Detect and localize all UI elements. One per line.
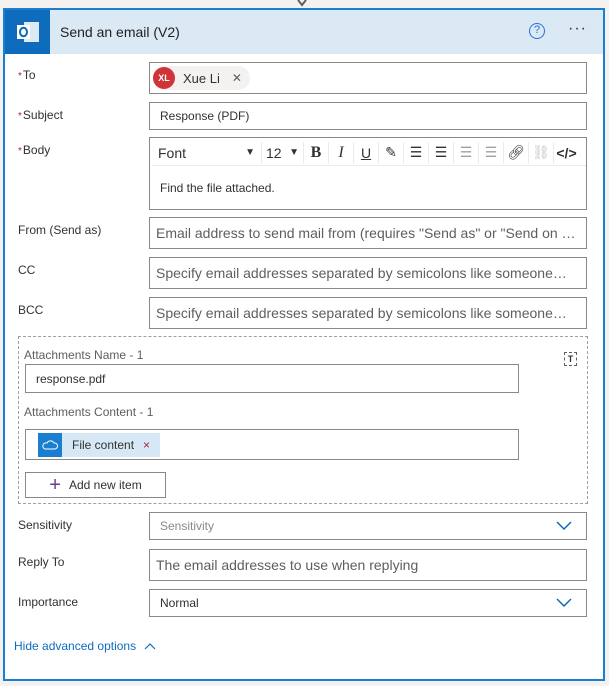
file-content-token: File content × bbox=[38, 433, 160, 457]
attachments-group: Attachments Name - 1 response.pdf Attach… bbox=[18, 336, 588, 504]
avatar: XL bbox=[153, 67, 175, 89]
switch-to-text-mode-icon[interactable]: T bbox=[564, 352, 577, 366]
underline-icon[interactable]: U bbox=[354, 142, 379, 164]
connector-arrow-icon bbox=[296, 0, 308, 8]
subject-input[interactable]: Response (PDF) bbox=[149, 102, 587, 130]
help-icon[interactable]: ? bbox=[529, 23, 545, 39]
reply-to-input[interactable]: The email addresses to use when replying bbox=[149, 549, 587, 581]
font-dropdown[interactable]: Font▼ bbox=[152, 142, 262, 164]
remove-token-icon[interactable]: × bbox=[143, 438, 150, 452]
bcc-input[interactable]: Specify email addresses separated by sem… bbox=[149, 297, 587, 329]
subject-value: Response (PDF) bbox=[160, 109, 249, 123]
card-title: Send an email (V2) bbox=[60, 24, 180, 40]
attachment-content-label: Attachments Content - 1 bbox=[24, 406, 154, 418]
numbered-list-icon[interactable]: ☰ bbox=[429, 142, 454, 164]
importance-label: Importance bbox=[18, 595, 78, 609]
link-icon[interactable]: 🔗︎ bbox=[504, 142, 529, 164]
unlink-icon[interactable]: ⛓︎ bbox=[529, 142, 554, 164]
plus-icon: + bbox=[49, 474, 61, 497]
bcc-label: BCC bbox=[18, 303, 43, 317]
cc-label: CC bbox=[18, 263, 35, 277]
increase-indent-icon[interactable]: ☰ bbox=[479, 142, 504, 164]
outlook-logo-icon bbox=[5, 10, 50, 54]
from-label: From (Send as) bbox=[18, 223, 101, 237]
chevron-down-icon bbox=[556, 596, 572, 610]
body-text: Find the file attached. bbox=[152, 166, 586, 195]
attachment-name-label: Attachments Name - 1 bbox=[24, 348, 143, 362]
onedrive-cloud-icon bbox=[38, 433, 62, 457]
to-input[interactable]: XL Xue Li ✕ bbox=[149, 62, 587, 94]
send-email-action-card: Send an email (V2) ? ··· *To XL Xue Li ✕… bbox=[3, 8, 605, 681]
recipient-chip: XL Xue Li ✕ bbox=[153, 66, 250, 90]
reply-to-label: Reply To bbox=[18, 555, 64, 569]
body-label: *Body bbox=[18, 143, 50, 157]
body-editor[interactable]: Font▼ 12▼ B I U ✎ ☰ ☰ ☰ ☰ 🔗︎ ⛓︎ </> Find… bbox=[149, 137, 587, 210]
highlight-pen-icon[interactable]: ✎ bbox=[379, 142, 404, 164]
from-input[interactable]: Email address to send mail from (require… bbox=[149, 217, 587, 249]
code-view-icon[interactable]: </> bbox=[554, 142, 579, 164]
remove-recipient-icon[interactable]: ✕ bbox=[232, 71, 242, 85]
attachment-content-input[interactable]: File content × bbox=[25, 429, 519, 460]
bulleted-list-icon[interactable]: ☰ bbox=[404, 142, 429, 164]
card-header[interactable]: Send an email (V2) ? ··· bbox=[5, 10, 603, 54]
cc-input[interactable]: Specify email addresses separated by sem… bbox=[149, 257, 587, 289]
add-new-item-button[interactable]: +Add new item bbox=[25, 472, 166, 498]
italic-icon[interactable]: I bbox=[329, 142, 354, 164]
to-label: *To bbox=[18, 68, 36, 82]
sensitivity-dropdown[interactable]: Sensitivity bbox=[149, 512, 587, 540]
chevron-up-icon bbox=[144, 639, 156, 653]
attachment-name-input[interactable]: response.pdf bbox=[25, 364, 519, 393]
decrease-indent-icon[interactable]: ☰ bbox=[454, 142, 479, 164]
more-options-icon[interactable]: ··· bbox=[568, 20, 587, 38]
chevron-down-icon bbox=[556, 519, 572, 533]
bold-icon[interactable]: B bbox=[304, 142, 329, 164]
rich-text-toolbar: Font▼ 12▼ B I U ✎ ☰ ☰ ☰ ☰ 🔗︎ ⛓︎ </> bbox=[152, 140, 586, 166]
importance-dropdown[interactable]: Normal bbox=[149, 589, 587, 617]
sensitivity-label: Sensitivity bbox=[18, 518, 72, 532]
subject-label: *Subject bbox=[18, 108, 63, 122]
font-size-dropdown[interactable]: 12▼ bbox=[262, 142, 304, 164]
recipient-name: Xue Li bbox=[183, 71, 220, 86]
hide-advanced-options-link[interactable]: Hide advanced options bbox=[14, 639, 156, 653]
